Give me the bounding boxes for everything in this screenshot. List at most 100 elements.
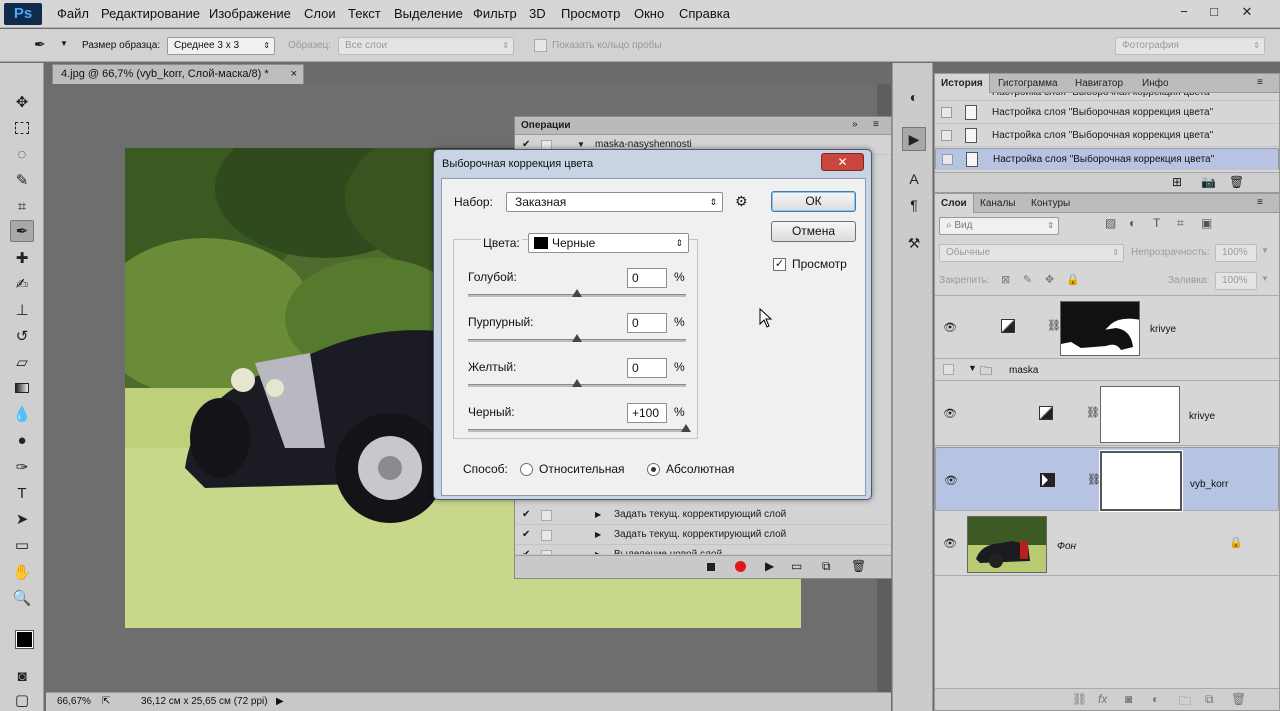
collapsed-triangle-icon[interactable]: ▶ (595, 505, 601, 525)
yellow-slider-knob[interactable] (572, 379, 582, 387)
new-action-icon[interactable]: ⧉ (822, 559, 831, 574)
link-icon[interactable]: ⛓ (1086, 406, 1100, 419)
yellow-value-field[interactable]: 0 (627, 358, 667, 378)
layer-row[interactable]: 👁 ⛓ krivye (935, 382, 1279, 446)
blend-mode-select[interactable]: Обычные ⇕ (939, 244, 1124, 262)
export-icon[interactable]: ⇱ (102, 693, 110, 711)
relative-radio[interactable] (520, 463, 533, 476)
filter-pixel-icon[interactable]: ▨ (1105, 216, 1116, 230)
new-set-icon[interactable]: ▭ (791, 559, 802, 573)
visibility-eye-icon[interactable]: 👁 (944, 473, 958, 489)
dialog-toggle-box[interactable] (541, 530, 552, 541)
actions-icon[interactable]: ▶ (902, 127, 926, 151)
blur-tool-icon[interactable]: 💧 (10, 403, 34, 425)
action-check[interactable]: ✔ (522, 505, 530, 525)
layer-row-selected[interactable]: 👁 ⛓ vyb_korr (935, 447, 1279, 512)
maximize-button[interactable]: □ (1203, 2, 1225, 22)
eyedropper-tool-preset-icon[interactable]: ✒ (34, 36, 46, 53)
crop-tool-icon[interactable]: ⌗ (10, 195, 34, 217)
layer-mask-thumbnail[interactable] (1060, 301, 1140, 356)
document-tab[interactable]: 4.jpg @ 66,7% (vyb_korr, Слой-маска/8) *… (52, 64, 304, 84)
magenta-value-field[interactable]: 0 (627, 313, 667, 333)
tab-channels[interactable]: Каналы (974, 194, 1022, 213)
action-check[interactable]: ✔ (522, 545, 530, 554)
rectangle-tool-icon[interactable]: ▭ (10, 534, 34, 556)
history-state-current[interactable]: Настройка слоя "Выборочная коррекция цве… (935, 148, 1279, 170)
cyan-value-field[interactable]: 0 (627, 268, 667, 288)
history-state[interactable]: Настройка слоя "Выборочная коррекция цве… (935, 102, 1279, 124)
character-icon[interactable]: A (902, 167, 926, 191)
visibility-box[interactable] (943, 364, 954, 375)
action-row[interactable]: ✔ ▶ Выделение новой слой (515, 545, 891, 555)
dialog-close-button[interactable]: ✕ (821, 153, 864, 171)
filter-smart-object-icon[interactable]: ▣ (1201, 216, 1212, 230)
healing-brush-tool-icon[interactable]: ✚ (10, 247, 34, 269)
lock-position-icon[interactable]: ✥ (1045, 273, 1054, 286)
link-icon[interactable]: ⛓ (1087, 472, 1101, 488)
menu-3d[interactable]: 3D (529, 6, 546, 21)
history-snapshot-box[interactable] (942, 154, 953, 165)
collapsed-triangle-icon[interactable]: ▶ (595, 525, 601, 545)
black-value-field[interactable]: +100 (627, 403, 667, 423)
sample-select[interactable]: Все слои ⇕ (338, 37, 514, 55)
layer-row[interactable]: 👁 Фон 🔒 (935, 512, 1279, 576)
lock-pixels-icon[interactable]: ✎ (1023, 273, 1032, 286)
status-menu-arrow-icon[interactable]: ▶ (276, 693, 284, 711)
tab-paths[interactable]: Контуры (1025, 194, 1076, 213)
link-icon[interactable]: ⛓ (1047, 319, 1061, 332)
pen-tool-icon[interactable]: ✑ (10, 456, 34, 478)
lock-transparency-icon[interactable]: ⊠ (1001, 273, 1010, 286)
chevron-down-icon[interactable]: ▼ (1261, 274, 1269, 283)
show-ring-checkbox[interactable] (534, 39, 547, 52)
hand-tool-icon[interactable]: ✋ (10, 561, 34, 583)
tab-layers[interactable]: Слои (935, 194, 974, 213)
close-tab-icon[interactable]: × (291, 65, 297, 84)
marquee-tool-icon[interactable] (10, 117, 34, 139)
chevron-down-icon[interactable]: ▼ (1261, 246, 1269, 255)
visibility-eye-icon[interactable]: 👁 (943, 321, 957, 334)
history-brush-tool-icon[interactable]: ↺ (10, 325, 34, 347)
adjustments-icon[interactable]: ◐ (902, 85, 926, 109)
delete-layer-icon[interactable]: 🗑 (1231, 692, 1246, 706)
lock-all-icon[interactable]: 🔒 (1066, 273, 1080, 286)
new-layer-icon[interactable]: ⧉ (1205, 692, 1214, 707)
history-state[interactable]: Настройка слоя "Выборочная коррекция цве… (935, 125, 1279, 147)
tab-actions[interactable]: Операции (521, 120, 571, 131)
menu-view[interactable]: Просмотр (561, 6, 620, 21)
menu-layers[interactable]: Слои (304, 6, 336, 21)
panel-menu-icon[interactable]: ≡ (1257, 197, 1263, 208)
absolute-radio[interactable] (647, 463, 660, 476)
magenta-slider-knob[interactable] (572, 334, 582, 342)
quick-mask-icon[interactable]: ◙ (10, 665, 34, 687)
layer-filter-select[interactable]: ⌕ Вид ⇕ (939, 217, 1059, 235)
menu-file[interactable]: Файл (57, 6, 89, 21)
layer-group-row[interactable]: ▼ 🗀 maska (935, 360, 1279, 381)
layer-style-icon[interactable]: fx (1098, 692, 1107, 706)
tab-info[interactable]: Инфо (1136, 74, 1175, 93)
visibility-eye-icon[interactable]: 👁 (943, 407, 957, 420)
history-state[interactable]: Настройка слоя "Выборочная коррекция цве… (935, 93, 1279, 101)
tab-navigator[interactable]: Навигатор (1069, 74, 1129, 93)
tab-history[interactable]: История (935, 74, 990, 93)
filter-adjustment-icon[interactable]: ◐ (1129, 216, 1136, 230)
menu-window[interactable]: Окно (634, 6, 664, 21)
panel-menu-icon[interactable]: ≡ (873, 119, 879, 130)
layer-mask-thumbnail[interactable] (1100, 386, 1180, 443)
cyan-slider-knob[interactable] (572, 289, 582, 297)
opacity-field[interactable]: 100% (1215, 244, 1257, 262)
colors-select[interactable]: Черные ⇕ (528, 233, 689, 253)
new-document-from-state-icon[interactable]: ⊞ (1172, 175, 1182, 189)
menu-text[interactable]: Текст (348, 6, 381, 21)
delete-icon[interactable]: 🗑 (851, 559, 866, 573)
stop-icon[interactable] (707, 563, 715, 571)
black-slider-knob[interactable] (681, 424, 691, 432)
new-adjustment-icon[interactable]: ◐ (1152, 692, 1159, 706)
action-check[interactable]: ✔ (522, 525, 530, 545)
preset-options-gear-icon[interactable]: ⚙ (735, 193, 748, 210)
menu-image[interactable]: Изображение (209, 6, 291, 21)
eyedropper-tool-icon[interactable]: ✒ (10, 220, 34, 242)
close-button[interactable]: ✕ (1236, 2, 1258, 22)
menu-select[interactable]: Выделение (394, 6, 463, 21)
filter-type-icon[interactable]: T (1153, 216, 1160, 230)
path-select-tool-icon[interactable]: ➤ (10, 508, 34, 530)
